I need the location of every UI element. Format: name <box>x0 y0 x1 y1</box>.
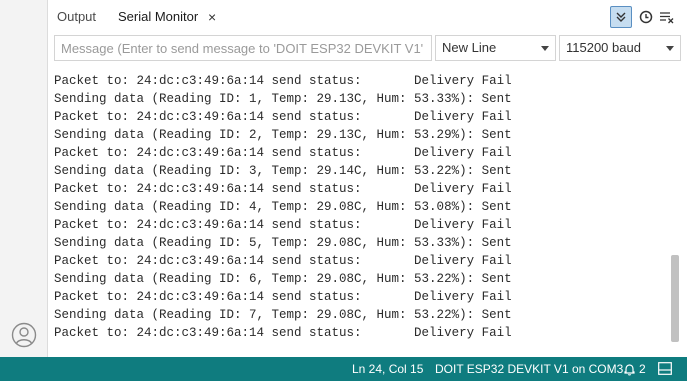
autoscroll-icon <box>616 12 626 22</box>
panel-tab-bar: Output Serial Monitor × <box>48 0 687 34</box>
output-line: Sending data (Reading ID: 7, Temp: 29.08… <box>54 308 512 322</box>
clear-output-icon <box>660 12 674 24</box>
notifications-count: 2 <box>639 362 646 376</box>
output-line: Sending data (Reading ID: 2, Temp: 29.13… <box>54 128 512 142</box>
serial-output[interactable]: Packet to: 24:dc:c3:49:6a:14 send status… <box>48 62 687 353</box>
output-line: Packet to: 24:dc:c3:49:6a:14 send status… <box>54 146 512 160</box>
output-line: Sending data (Reading ID: 4, Temp: 29.08… <box>54 200 512 214</box>
baud-rate-select[interactable]: 115200 baud <box>559 35 681 61</box>
tab-serial-monitor-label: Serial Monitor <box>118 9 199 24</box>
notifications-button[interactable]: 2 <box>623 357 646 381</box>
board-port-indicator[interactable]: DOIT ESP32 DEVKIT V1 on COM3 <box>435 357 623 381</box>
timestamp-icon <box>639 10 653 24</box>
cursor-position[interactable]: Ln 24, Col 15 <box>352 357 423 381</box>
clear-output-button[interactable] <box>656 6 678 28</box>
tab-output[interactable]: Output <box>57 0 96 34</box>
chevron-down-icon <box>666 46 674 51</box>
bottom-panel: Output Serial Monitor × New <box>48 0 687 357</box>
vertical-scrollbar[interactable] <box>671 255 679 342</box>
activity-sidebar <box>0 0 48 357</box>
output-line: Packet to: 24:dc:c3:49:6a:14 send status… <box>54 254 512 268</box>
baud-rate-value: 115200 baud <box>566 40 641 55</box>
output-line: Sending data (Reading ID: 1, Temp: 29.13… <box>54 92 512 106</box>
output-line: Sending data (Reading ID: 6, Temp: 29.08… <box>54 272 512 286</box>
line-ending-value: New Line <box>442 40 497 55</box>
output-line: Sending data (Reading ID: 3, Temp: 29.14… <box>54 164 512 178</box>
tab-serial-monitor[interactable]: Serial Monitor × <box>118 0 216 34</box>
message-input[interactable] <box>54 35 432 61</box>
output-line: Packet to: 24:dc:c3:49:6a:14 send status… <box>54 110 512 124</box>
toggle-panel-icon[interactable] <box>658 362 672 375</box>
bell-icon <box>624 363 635 375</box>
line-ending-select[interactable]: New Line <box>435 35 556 61</box>
output-line: Packet to: 24:dc:c3:49:6a:14 send status… <box>54 326 512 340</box>
output-line: Packet to: 24:dc:c3:49:6a:14 send status… <box>54 182 512 196</box>
serial-input-row: New Line 115200 baud <box>48 34 687 62</box>
output-line: Packet to: 24:dc:c3:49:6a:14 send status… <box>54 74 512 88</box>
output-line: Sending data (Reading ID: 5, Temp: 29.08… <box>54 236 512 250</box>
status-bar: Ln 24, Col 15 DOIT ESP32 DEVKIT V1 on CO… <box>0 357 687 381</box>
close-icon[interactable]: × <box>208 0 216 34</box>
chevron-down-icon <box>541 46 549 51</box>
toggle-timestamp-button[interactable] <box>635 6 657 28</box>
autoscroll-button[interactable] <box>610 6 632 28</box>
account-icon[interactable] <box>11 322 37 348</box>
output-line: Packet to: 24:dc:c3:49:6a:14 send status… <box>54 218 512 232</box>
output-line: Packet to: 24:dc:c3:49:6a:14 send status… <box>54 290 512 304</box>
